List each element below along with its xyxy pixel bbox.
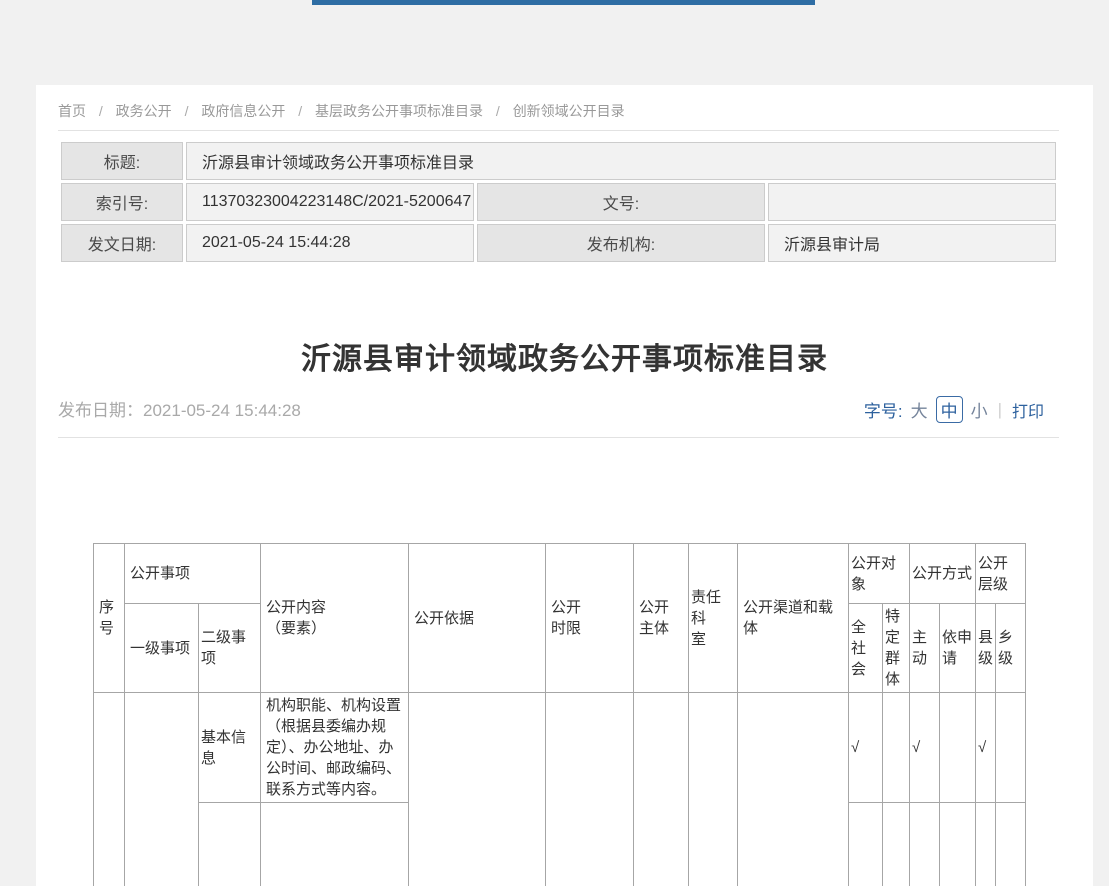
- meta-issuedate-label: 发文日期:: [61, 224, 183, 262]
- cell-level-county-check: √: [976, 693, 996, 803]
- col-header-level-county: 县 级: [976, 604, 996, 693]
- cell-method-active-check: √: [910, 803, 940, 886]
- meta-docno-label: 文号:: [477, 183, 765, 221]
- breadcrumb: 首页 / 政务公开 / 政府信息公开 / 基层政务公开事项标准目录 / 创新领域…: [58, 101, 625, 121]
- meta-title-value: 沂源县审计领域政务公开事项标准目录: [186, 142, 1056, 180]
- page-canvas: 首页 / 政务公开 / 政府信息公开 / 基层政务公开事项标准目录 / 创新领域…: [0, 0, 1109, 886]
- article-meta-line: 发布日期：2021-05-24 15:44:28 字号: 大 中 小 | 打印: [58, 396, 1059, 420]
- page-title: 沂源县审计领域政务公开事项标准目录: [36, 334, 1093, 378]
- breadcrumb-zhengwu[interactable]: 政务公开: [116, 103, 172, 119]
- breadcrumb-innovation[interactable]: 创新领域公开目录: [513, 103, 625, 119]
- meta-row-date: 发文日期: 2021-05-24 15:44:28 发布机构: 沂源县审计局: [61, 224, 1056, 262]
- col-header-time-limit: 公开 时限: [546, 544, 634, 693]
- meta-publisher-value: 沂源县审计局: [768, 224, 1056, 262]
- font-size-controls: 字号: 大 中 小 | 打印: [864, 396, 1044, 423]
- meta-title-label: 标题:: [61, 142, 183, 180]
- breadcrumb-catalog[interactable]: 基层政务公开事项标准目录: [315, 103, 483, 119]
- content-card: 首页 / 政务公开 / 政府信息公开 / 基层政务公开事项标准目录 / 创新领域…: [36, 85, 1093, 886]
- meta-docno-value: [768, 183, 1056, 221]
- cell-department: 办公室: [689, 693, 738, 886]
- col-header-method-active: 主 动: [910, 604, 940, 693]
- col-header-audience-group: 公开对 象: [849, 544, 910, 604]
- vertical-divider: |: [996, 400, 1004, 420]
- cell-level-town-check: [996, 803, 1026, 886]
- col-header-basis: 公开依据: [409, 544, 546, 693]
- document-meta-table: 标题: 沂源县审计领域政务公开事项标准目录 索引号: 1137032300422…: [58, 139, 1059, 265]
- col-header-level1: 一级事项: [125, 604, 199, 693]
- cell-level1: [125, 693, 199, 886]
- col-header-method-request: 依申 请: [940, 604, 976, 693]
- breadcrumb-separator: /: [185, 103, 189, 119]
- col-header-department: 责任科 室: [689, 544, 738, 693]
- col-header-items-group: 公开事项: [125, 544, 261, 604]
- cell-method-active-check: √: [910, 693, 940, 803]
- meta-index-label: 索引号:: [61, 183, 183, 221]
- cell-subject: 沂源县审计局: [634, 693, 689, 886]
- font-size-small-button[interactable]: 小: [971, 397, 988, 422]
- col-header-audience-specific: 特 定 群 体: [883, 604, 910, 693]
- publish-date-value: 2021-05-24 15:44:28: [143, 401, 301, 420]
- disclosure-catalog-table: 序 号 公开事项 公开内容 （要素） 公开依据 公开 时限 公开 主体 责任科 …: [93, 543, 1026, 886]
- cell-level-county-check: √: [976, 803, 996, 886]
- col-header-level-town: 乡 级: [996, 604, 1026, 693]
- cell-level2: 内设机构及下属事业单位: [199, 803, 261, 886]
- cell-content: 内设机构及下属单位设置、职能、办公地址、办公时间、联系方式、负责人姓名等信息。: [261, 803, 409, 886]
- meta-row-index: 索引号: 11370323004223148C/2021-5200647 文号:: [61, 183, 1056, 221]
- cell-channels: 政府网站 公开查阅点: [738, 693, 849, 886]
- col-header-channels: 公开渠道和载 体: [738, 544, 849, 693]
- cell-basis: 《中华人民共和国 政府信息公开条 例》（国务院令第 711号）: [409, 693, 546, 886]
- catalog-header-row-1: 序 号 公开事项 公开内容 （要素） 公开依据 公开 时限 公开 主体 责任科 …: [94, 544, 1026, 604]
- cell-content: 机构职能、机构设置（根据县委编办规定）、办公地址、办公时间、邮政编码、联系方式等…: [261, 693, 409, 803]
- font-size-label: 字号:: [864, 397, 903, 422]
- meta-row-title: 标题: 沂源县审计领域政务公开事项标准目录: [61, 142, 1056, 180]
- breadcrumb-divider: [58, 130, 1059, 131]
- font-size-large-button[interactable]: 大: [911, 397, 928, 422]
- breadcrumb-separator: /: [99, 103, 103, 119]
- col-header-content: 公开内容 （要素）: [261, 544, 409, 693]
- cell-audience-specific-check: [883, 803, 910, 886]
- breadcrumb-gov-info[interactable]: 政府信息公开: [201, 103, 285, 119]
- table-row: 基本信息 机构职能、机构设置（根据县委编办规定）、办公地址、办公时间、邮政编码、…: [94, 693, 1026, 803]
- col-header-seq: 序 号: [94, 544, 125, 693]
- col-header-level-group: 公开 层级: [976, 544, 1026, 604]
- col-header-method-group: 公开方式: [910, 544, 976, 604]
- cell-method-request-check: [940, 693, 976, 803]
- cell-level-town-check: [996, 693, 1026, 803]
- cell-audience-specific-check: [883, 693, 910, 803]
- print-button[interactable]: 打印: [1012, 398, 1044, 422]
- font-size-medium-button[interactable]: 中: [936, 396, 963, 423]
- publish-date-label: 发布日期：: [58, 401, 143, 420]
- breadcrumb-separator: /: [298, 103, 302, 119]
- cell-time-limit: 一次性公开并动态调整: [546, 693, 634, 886]
- col-header-audience-all: 全社 会: [849, 604, 883, 693]
- col-header-subject: 公开 主体: [634, 544, 689, 693]
- breadcrumb-home[interactable]: 首页: [58, 103, 86, 119]
- nav-bar-bottom-edge: [312, 0, 815, 5]
- breadcrumb-separator: /: [496, 103, 500, 119]
- cell-method-request-check: [940, 803, 976, 886]
- cell-level2: 基本信息: [199, 693, 261, 803]
- cell-audience-all-check: √: [849, 693, 883, 803]
- title-divider: [58, 437, 1059, 438]
- cell-seq: [94, 693, 125, 886]
- meta-publisher-label: 发布机构:: [477, 224, 765, 262]
- meta-issuedate-value: 2021-05-24 15:44:28: [186, 224, 474, 262]
- meta-index-value: 11370323004223148C/2021-5200647: [186, 183, 474, 221]
- col-header-level2: 二级事 项: [199, 604, 261, 693]
- cell-audience-all-check: √: [849, 803, 883, 886]
